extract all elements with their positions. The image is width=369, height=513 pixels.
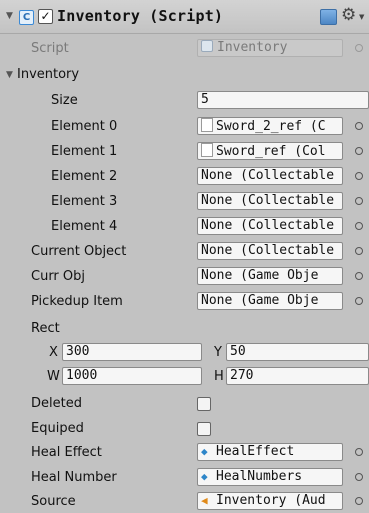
- element-row: Element 2 None (Collectable: [0, 166, 369, 188]
- current-object-label: Current Object: [31, 244, 127, 259]
- element-label: Element 4: [51, 219, 118, 234]
- gear-icon[interactable]: ⚙: [341, 5, 356, 25]
- rect-row: Rect: [0, 318, 369, 340]
- object-picker-icon[interactable]: [355, 197, 363, 205]
- document-icon: [201, 143, 213, 157]
- equiped-label: Equiped: [31, 421, 84, 436]
- object-picker-icon[interactable]: [355, 222, 363, 230]
- rect-h-input[interactable]: 270: [226, 367, 369, 385]
- pickedup-item-field[interactable]: None (Game Obje: [197, 292, 343, 310]
- deleted-row: Deleted: [0, 393, 369, 415]
- source-field[interactable]: ◀ Inventory (Aud: [197, 492, 343, 510]
- book-icon[interactable]: [320, 9, 337, 25]
- heal-number-value: HealNumbers: [216, 469, 303, 484]
- inventory-label: Inventory: [17, 67, 80, 82]
- prefab-icon: ◆: [201, 445, 208, 458]
- size-input[interactable]: 5: [197, 91, 369, 109]
- rect-xy-row: X 300 Y 50: [0, 342, 369, 364]
- pickedup-item-row: Pickedup Item None (Game Obje: [0, 291, 369, 313]
- object-picker-icon[interactable]: [355, 147, 363, 155]
- element-label: Element 3: [51, 194, 118, 209]
- pickedup-item-label: Pickedup Item: [31, 294, 123, 309]
- rect-x-input[interactable]: 300: [62, 343, 202, 361]
- object-picker-icon[interactable]: [355, 172, 363, 180]
- object-picker-icon[interactable]: [355, 297, 363, 305]
- element-0-field[interactable]: Sword_2_ref (C: [197, 117, 343, 135]
- current-object-row: Current Object None (Collectable: [0, 241, 369, 263]
- rect-wh-row: W 1000 H 270: [0, 366, 369, 388]
- deleted-checkbox[interactable]: [197, 397, 211, 411]
- heal-number-field[interactable]: ◆ HealNumbers: [197, 468, 343, 486]
- element-label: Element 0: [51, 119, 118, 134]
- element-value: Sword_2_ref (C: [216, 119, 326, 134]
- equiped-row: Equiped: [0, 418, 369, 440]
- rect-y-label: Y: [214, 345, 222, 360]
- rect-w-input[interactable]: 1000: [62, 367, 202, 385]
- rect-y-input[interactable]: 50: [226, 343, 369, 361]
- fold-triangle-icon[interactable]: ▼: [6, 11, 13, 21]
- element-4-field[interactable]: None (Collectable: [197, 217, 343, 235]
- heal-number-label: Heal Number: [31, 470, 117, 485]
- deleted-label: Deleted: [31, 396, 82, 411]
- element-1-field[interactable]: Sword_ref (Col: [197, 142, 343, 160]
- heal-number-row: Heal Number ◆ HealNumbers: [0, 467, 369, 489]
- element-label: Element 1: [51, 144, 118, 159]
- heal-effect-field[interactable]: ◆ HealEffect: [197, 443, 343, 461]
- element-row: Element 4 None (Collectable: [0, 216, 369, 238]
- document-icon: [201, 118, 213, 132]
- object-picker-icon[interactable]: [355, 497, 363, 505]
- audio-source-icon: ◀: [201, 494, 208, 507]
- script-value: Inventory: [217, 40, 288, 55]
- object-picker-icon[interactable]: [355, 247, 363, 255]
- size-label: Size: [51, 93, 78, 108]
- source-label: Source: [31, 494, 76, 509]
- object-picker-icon[interactable]: [355, 122, 363, 130]
- object-picker-icon[interactable]: [355, 272, 363, 280]
- heal-effect-row: Heal Effect ◆ HealEffect: [0, 442, 369, 464]
- element-3-field[interactable]: None (Collectable: [197, 192, 343, 210]
- rect-h-label: H: [214, 369, 224, 384]
- fold-triangle-icon[interactable]: ▼: [6, 70, 13, 80]
- gear-caret-icon: ▼: [359, 13, 365, 21]
- script-row: Script Inventory: [0, 38, 369, 60]
- source-value: Inventory (Aud: [216, 493, 326, 508]
- curr-obj-label: Curr Obj: [31, 269, 86, 284]
- rect-x-label: X: [49, 345, 58, 360]
- element-row: Element 1 Sword_ref (Col: [0, 141, 369, 163]
- component-enabled-checkbox[interactable]: ✓: [38, 9, 53, 24]
- rect-label: Rect: [31, 321, 60, 336]
- object-picker-icon: [355, 44, 363, 52]
- heal-effect-label: Heal Effect: [31, 445, 102, 460]
- element-label: Element 2: [51, 169, 118, 184]
- element-2-field[interactable]: None (Collectable: [197, 167, 343, 185]
- element-value: Sword_ref (Col: [216, 144, 326, 159]
- object-picker-icon[interactable]: [355, 473, 363, 481]
- script-component-icon: C: [19, 10, 34, 25]
- heal-effect-value: HealEffect: [216, 444, 295, 459]
- script-file-icon: [201, 40, 213, 52]
- script-field: Inventory: [197, 39, 343, 57]
- prefab-icon: ◆: [201, 470, 208, 483]
- component-header[interactable]: ▼ C ✓ Inventory (Script) ⚙ ▼: [0, 0, 369, 34]
- curr-obj-field[interactable]: None (Game Obje: [197, 267, 343, 285]
- rect-w-label: W: [47, 369, 60, 384]
- element-row: Element 3 None (Collectable: [0, 191, 369, 213]
- component-title: Inventory (Script): [57, 7, 224, 25]
- inventory-foldout[interactable]: ▼ Inventory: [0, 64, 369, 86]
- script-label: Script: [31, 41, 69, 56]
- element-row: Element 0 Sword_2_ref (C: [0, 116, 369, 138]
- size-row: Size 5: [0, 90, 369, 112]
- source-row: Source ◀ Inventory (Aud: [0, 491, 369, 513]
- current-object-field[interactable]: None (Collectable: [197, 242, 343, 260]
- object-picker-icon[interactable]: [355, 448, 363, 456]
- equiped-checkbox[interactable]: [197, 422, 211, 436]
- inspector-panel: ▼ C ✓ Inventory (Script) ⚙ ▼ Script Inve…: [0, 0, 369, 513]
- curr-obj-row: Curr Obj None (Game Obje: [0, 266, 369, 288]
